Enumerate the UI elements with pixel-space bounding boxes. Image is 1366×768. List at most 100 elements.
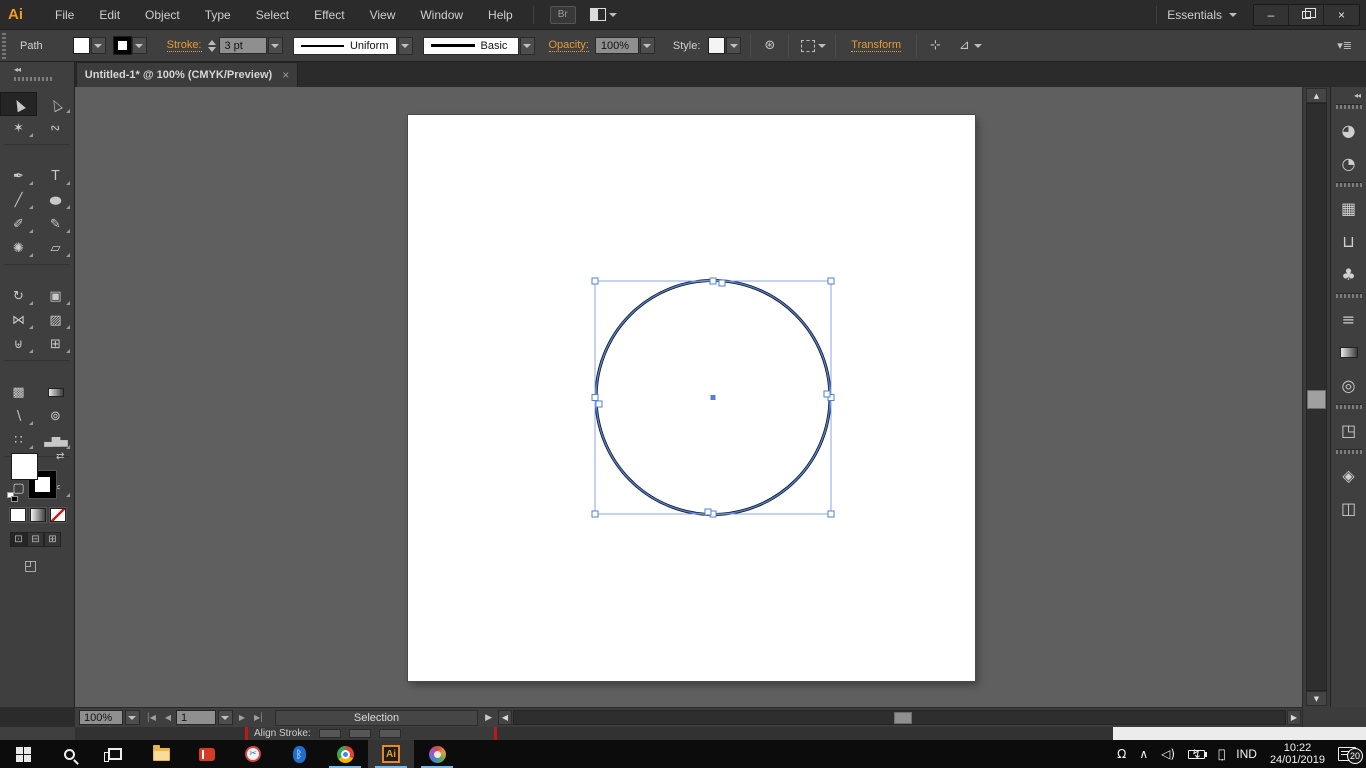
menu-item[interactable]: View [370,8,396,22]
tools-panel-header[interactable]: ◂◂ [0,62,75,87]
artboard-number-field[interactable]: 1 [176,710,216,725]
paintbrush-tool[interactable]: ✐ [0,212,37,236]
direct-selection-tool[interactable]: △ [37,92,74,116]
show-hidden-icons-chevron[interactable]: ∧ [1139,747,1148,761]
horizontal-scroll-thumb[interactable] [894,712,912,724]
task-view-button[interactable] [92,740,138,768]
first-artboard-button[interactable]: │◀ [142,713,159,722]
document-tab[interactable]: Untitled-1* @ 100% (CMYK/Preview) × [76,62,298,87]
arrange-icon[interactable]: ⊿ [959,38,970,53]
pencil-tool[interactable]: ✎ [37,212,74,236]
mesh-tool[interactable]: ▩ [0,380,37,404]
menu-item[interactable]: Object [145,8,180,22]
previous-artboard-button[interactable]: ◀ [161,713,174,722]
isolate-selection-icon[interactable] [801,40,815,52]
language-indicator[interactable]: IND [1236,747,1257,761]
selection-tool[interactable]: ▲ [0,92,37,116]
artboard-dropdown[interactable] [218,710,233,725]
bridge-button[interactable]: Br [550,6,576,24]
tool-divider[interactable] [4,140,70,145]
notification-center-icon[interactable]: 20 [1338,747,1356,761]
gradient-panel-icon[interactable] [1331,336,1366,369]
recolor-artwork-icon[interactable]: ⊛ [764,38,775,53]
magic-wand-tool[interactable]: ✶ [0,116,37,140]
tools-panel-grip[interactable] [14,77,52,81]
menu-item[interactable]: Type [205,8,231,22]
swap-fill-stroke-icon[interactable]: ⇄ [56,451,64,462]
symbols-panel-icon[interactable]: ♣ [1331,258,1366,291]
menu-item[interactable]: Window [420,8,463,22]
menu-item[interactable]: Help [488,8,513,22]
minimize-button[interactable]: – [1254,5,1289,25]
ellipse-tool[interactable]: ● [37,188,74,212]
shape-builder-tool[interactable]: ⊎ [0,332,37,356]
menu-item[interactable]: Edit [99,8,120,22]
chevron-down-icon[interactable] [974,44,982,48]
lasso-tool[interactable]: ∿ [37,116,74,140]
workspace-switcher[interactable]: Essentials [1167,8,1237,22]
opacity-panel-link[interactable]: Opacity: [549,39,589,52]
last-artboard-button[interactable]: ▶│ [250,713,267,722]
layers-panel-icon[interactable]: ◈ [1331,459,1366,492]
align-stroke-outside-button[interactable] [379,729,401,738]
width-tool[interactable]: ⋈ [0,308,37,332]
stroke-panel-link[interactable]: Stroke: [167,39,202,52]
vertical-scroll-thumb[interactable] [1307,390,1326,409]
line-segment-tool[interactable]: ╱ [0,188,37,212]
color-panel-icon[interactable]: ◕ [1331,114,1366,147]
close-button[interactable]: × [1324,5,1359,25]
align-stroke-center-button[interactable] [319,729,341,738]
next-artboard-button[interactable]: ▶ [235,713,248,722]
tool-divider[interactable] [4,260,70,265]
horizontal-scroll-track[interactable] [513,710,1286,725]
brushes-panel-icon[interactable]: ⊔ [1331,225,1366,258]
fill-color-swatch[interactable] [73,37,90,54]
type-tool[interactable]: T [37,164,74,188]
width-profile-select[interactable]: Uniform [293,37,397,55]
blob-brush-tool[interactable]: ✺ [0,236,37,260]
start-button[interactable] [0,740,46,768]
column-graph-tool[interactable]: ▃▆▄ [37,428,74,452]
status-expand-icon[interactable]: ▶ [480,713,497,723]
stroke-color-swatch[interactable] [114,37,131,54]
collapse-tools-icon[interactable]: ◂◂ [14,65,20,74]
screen-mode-icon[interactable]: ◰ [24,558,37,574]
scroll-right-icon[interactable]: ▶ [1287,710,1301,725]
menu-item[interactable]: Select [256,8,289,22]
free-transform-tool[interactable]: ▨ [37,308,74,332]
gradient-button[interactable] [30,508,46,522]
fill-proxy-swatch[interactable] [11,453,38,480]
tool-divider[interactable] [4,356,70,361]
align-icon[interactable]: ⊹ [930,38,941,53]
bluetooth-button[interactable]: ᛒ [276,740,322,768]
chrome-button[interactable] [322,740,368,768]
artboards-panel-icon[interactable]: ◫ [1331,492,1366,525]
color-guide-panel-icon[interactable]: ◔ [1331,147,1366,180]
volume-icon[interactable]: ◁) [1161,747,1175,761]
scroll-up-icon[interactable]: ▲ [1306,88,1327,103]
rotate-tool[interactable]: ↻ [0,284,37,308]
canvas[interactable] [75,87,1302,707]
stroke-weight-dropdown[interactable] [268,37,283,54]
scroll-down-icon[interactable]: ▼ [1306,691,1327,706]
pen-tool[interactable]: ✒ [0,164,37,188]
stroke-color-dropdown[interactable] [132,37,147,54]
restore-button[interactable] [1289,5,1324,25]
zoom-level-field[interactable]: 100% [79,710,123,725]
draw-behind-button[interactable]: ⊟ [27,532,44,547]
opacity-dropdown[interactable] [640,37,655,54]
vertical-scrollbar[interactable]: ▲ ▼ [1302,87,1330,707]
align-stroke-inside-button[interactable] [349,729,371,738]
zoom-dropdown[interactable] [125,710,140,725]
transparency-panel-icon[interactable]: ◎ [1331,369,1366,402]
stroke-panel-icon[interactable]: ≡ [1331,303,1366,336]
wifi-icon[interactable]: ⌒̣ [1218,747,1223,761]
paint-app-button[interactable] [414,740,460,768]
color-button[interactable] [10,508,26,522]
style-swatch[interactable] [708,37,725,54]
default-fill-stroke-icon[interactable] [7,492,19,503]
fill-color-dropdown[interactable] [91,37,106,54]
dictionary-app-button[interactable] [184,740,230,768]
scroll-left-icon[interactable]: ◀ [498,710,512,725]
swatches-panel-icon[interactable]: ▦ [1331,192,1366,225]
